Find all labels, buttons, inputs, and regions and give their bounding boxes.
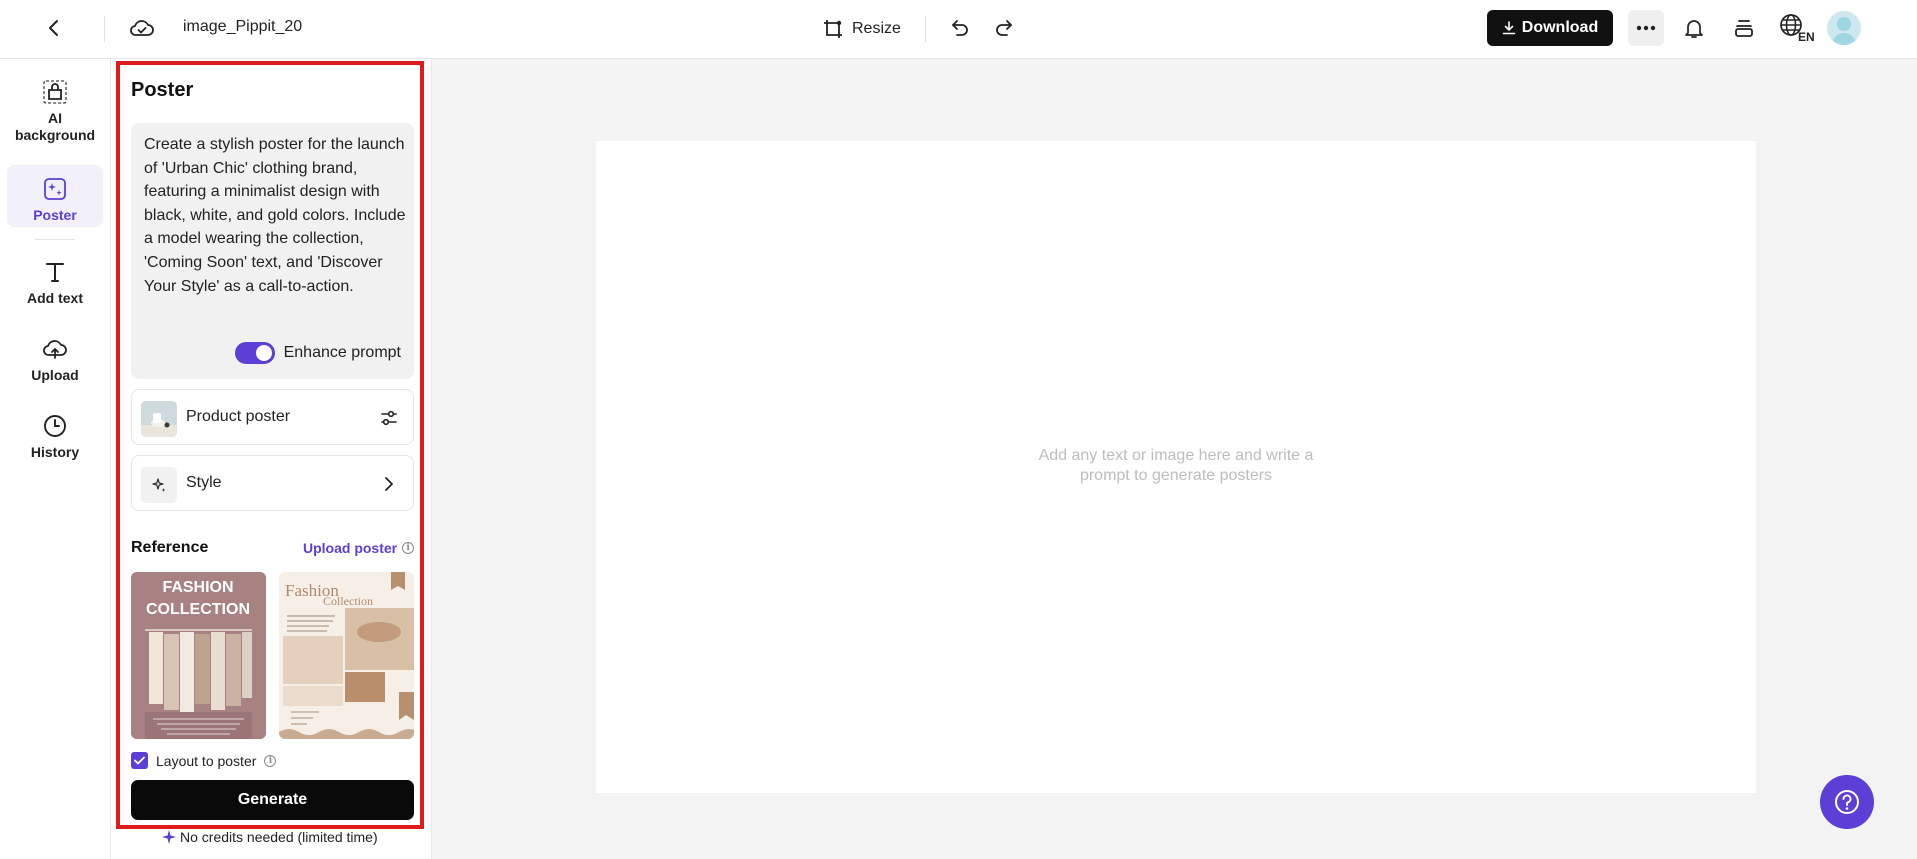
- upload-poster-link[interactable]: Upload poster i: [303, 540, 415, 556]
- resize-label: Resize: [852, 20, 901, 37]
- question-icon: [1835, 790, 1859, 814]
- bag-icon: [41, 78, 69, 106]
- rail-item-label: History: [30, 444, 80, 460]
- bell-icon: [1685, 20, 1703, 38]
- credits-text: No credits needed (limited time): [180, 829, 378, 845]
- cloud-icon: [130, 20, 154, 36]
- poster-canvas[interactable]: Add any text or image here and write a p…: [596, 141, 1756, 793]
- sparkle-icon: [162, 830, 176, 844]
- enhance-prompt-label: Enhance prompt: [283, 344, 401, 361]
- resize-button[interactable]: Resize: [822, 14, 901, 44]
- style-card[interactable]: Style: [131, 455, 414, 511]
- help-button[interactable]: [1820, 775, 1874, 829]
- reference-poster-2[interactable]: Fashion Collection: [279, 572, 414, 739]
- rail-item-upload[interactable]: Upload: [7, 335, 103, 391]
- product-poster-card[interactable]: Product poster: [131, 389, 414, 445]
- upload-poster-label: Upload poster: [303, 540, 398, 556]
- layout-to-poster-row: Layout to poster i: [131, 752, 277, 769]
- product-poster-label: Product poster: [186, 408, 291, 425]
- enhance-prompt-row: Enhance prompt: [234, 342, 401, 364]
- upload-cloud-icon: [41, 335, 69, 363]
- layout-to-poster-label: Layout to poster: [156, 752, 257, 769]
- toolbar-divider: [925, 16, 926, 42]
- cloud-save-button[interactable]: [126, 12, 158, 44]
- download-button[interactable]: Download: [1487, 10, 1613, 46]
- globe-icon: EN: [1780, 14, 1814, 44]
- notifications-button[interactable]: [1678, 12, 1710, 44]
- chevron-left-icon: [49, 20, 58, 36]
- back-button[interactable]: [38, 12, 70, 44]
- enhance-prompt-toggle[interactable]: [234, 342, 275, 364]
- more-options-button[interactable]: [1628, 10, 1664, 46]
- redo-icon: [996, 20, 1012, 36]
- generate-button[interactable]: Generate: [131, 780, 414, 820]
- info-icon[interactable]: i: [402, 542, 415, 554]
- poster-icon: [41, 175, 69, 203]
- style-label: Style: [186, 474, 222, 491]
- toolbar-divider: [104, 16, 105, 42]
- check-icon: [134, 756, 145, 765]
- rail-item-label: AI background: [14, 110, 96, 143]
- avatar-person-icon: [1832, 17, 1856, 45]
- panel-title: Poster: [131, 79, 194, 101]
- chevron-right-icon: [377, 472, 401, 496]
- prompt-textarea[interactable]: Create a stylish poster for the launch o…: [131, 123, 414, 379]
- redo-button[interactable]: [988, 12, 1020, 44]
- reference-2-title-line2: Collection: [323, 594, 373, 608]
- rail-item-label: Upload: [31, 367, 79, 383]
- rail-item-history[interactable]: History: [7, 412, 103, 468]
- user-avatar[interactable]: [1827, 11, 1861, 45]
- prompt-text[interactable]: Create a stylish poster for the launch o…: [144, 133, 406, 298]
- reference-poster-1[interactable]: FASHION COLLECTION: [131, 572, 266, 739]
- reference-1-title-line2: COLLECTION: [146, 601, 250, 618]
- rail-item-add-text[interactable]: Add text: [7, 258, 103, 314]
- layers-button[interactable]: [1728, 12, 1760, 44]
- layers-icon: [1735, 20, 1753, 37]
- resize-icon: [824, 20, 842, 38]
- layout-to-poster-checkbox[interactable]: [131, 752, 148, 769]
- rail-item-ai-background[interactable]: AI background: [7, 78, 103, 146]
- more-dots-icon: [1636, 25, 1656, 31]
- canvas-hint: Add any text or image here and write a p…: [596, 446, 1756, 486]
- download-label: Download: [1521, 19, 1599, 36]
- undo-icon: [952, 20, 968, 36]
- top-bar: image_Pippit_20 Resize Download EN: [0, 0, 1917, 59]
- clock-icon: [41, 412, 69, 440]
- file-title[interactable]: image_Pippit_20: [183, 18, 302, 36]
- rail-divider: [35, 239, 75, 240]
- rail-item-poster[interactable]: Poster: [7, 165, 103, 227]
- language-code: EN: [1798, 30, 1814, 44]
- sparkle-icon: [141, 467, 177, 503]
- download-icon: [1502, 21, 1516, 35]
- left-tool-rail: AI background Poster Add text Upload His…: [0, 59, 111, 859]
- info-icon[interactable]: i: [264, 754, 277, 767]
- product-poster-thumbnail: [141, 401, 177, 437]
- sliders-icon[interactable]: [377, 406, 401, 430]
- reference-title: Reference: [131, 539, 209, 556]
- canvas-hint-text: Add any text or image here and write a p…: [1038, 447, 1314, 484]
- undo-button[interactable]: [944, 12, 976, 44]
- rail-item-label: Add text: [27, 290, 83, 306]
- text-icon: [41, 258, 69, 286]
- credits-note: No credits needed (limited time): [162, 829, 378, 845]
- reference-1-title-line1: FASHION: [162, 579, 233, 596]
- rail-item-label: Poster: [33, 207, 77, 223]
- language-button[interactable]: EN: [1778, 10, 1814, 46]
